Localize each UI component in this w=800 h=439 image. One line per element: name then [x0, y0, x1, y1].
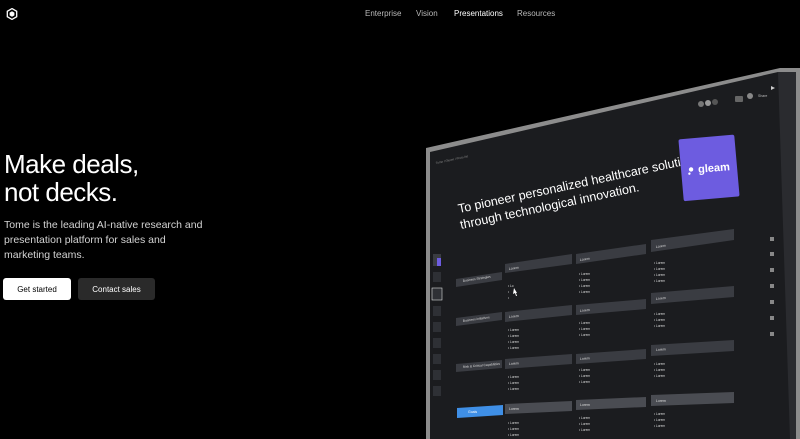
svg-text:• Lorem: • Lorem — [654, 424, 665, 428]
svg-text:• Lorem: • Lorem — [579, 380, 590, 384]
svg-text:• Lorem: • Lorem — [579, 368, 590, 372]
svg-text:• Lorem: • Lorem — [654, 368, 665, 372]
svg-text:• Lorem: • Lorem — [654, 418, 665, 422]
svg-text:•: • — [508, 290, 509, 294]
svg-text:• Lorem: • Lorem — [654, 412, 665, 416]
svg-text:• Lorem: • Lorem — [654, 267, 665, 271]
svg-text:• Lorem: • Lorem — [654, 318, 665, 322]
svg-text:• Lorem: • Lorem — [654, 273, 665, 277]
user-avatar — [747, 93, 753, 99]
svg-text:• Lorem: • Lorem — [508, 334, 519, 338]
svg-text:• Lorem: • Lorem — [579, 278, 590, 282]
svg-text:• Lorem: • Lorem — [508, 340, 519, 344]
svg-text:• Lorem: • Lorem — [654, 374, 665, 378]
avatar-1 — [698, 101, 704, 107]
svg-text:• Lorem: • Lorem — [579, 416, 590, 420]
product-screenshot: Share Tome / Gleam / Proto list To pione… — [426, 68, 800, 439]
svg-text:• Lorem: • Lorem — [508, 346, 519, 350]
svg-text:• Lorem: • Lorem — [579, 333, 590, 337]
svg-text:• Lorem: • Lorem — [508, 433, 519, 437]
svg-text:Lorem: Lorem — [656, 347, 666, 352]
svg-text:Lorem: Lorem — [656, 399, 666, 403]
svg-text:• Lorem: • Lorem — [654, 324, 665, 328]
svg-text:• Lorem: • Lorem — [579, 374, 590, 378]
svg-text:• Lorem: • Lorem — [579, 284, 590, 288]
svg-text:Lorem: Lorem — [509, 407, 519, 411]
svg-text:• Lorem: • Lorem — [508, 375, 519, 379]
svg-text:• Lorem: • Lorem — [508, 381, 519, 385]
svg-text:• Lorem: • Lorem — [508, 421, 519, 425]
svg-text:• Lorem: • Lorem — [579, 428, 590, 432]
svg-text:• Lorem: • Lorem — [508, 387, 519, 391]
svg-text:• Lo: • Lo — [508, 284, 514, 288]
svg-text:• Lorem: • Lorem — [654, 261, 665, 265]
svg-text:• Lorem: • Lorem — [508, 328, 519, 332]
share-button: Share — [758, 94, 767, 98]
svg-text:Lorem: Lorem — [509, 361, 519, 366]
svg-text:• Lorem: • Lorem — [579, 327, 590, 331]
svg-text:• Lorem: • Lorem — [579, 290, 590, 294]
svg-text:Goals: Goals — [468, 410, 477, 414]
avatar-2 — [705, 100, 711, 106]
svg-text:• Lorem: • Lorem — [579, 272, 590, 276]
thumbnail-strip — [431, 254, 443, 396]
svg-text:• Lorem: • Lorem — [579, 422, 590, 426]
avatar-3 — [712, 99, 718, 105]
play-icon-box — [735, 96, 743, 102]
svg-text:• Lorem: • Lorem — [654, 312, 665, 316]
brand-card: gleam — [678, 134, 740, 202]
svg-text:• Lorem: • Lorem — [508, 427, 519, 431]
svg-text:•: • — [508, 296, 509, 300]
svg-text:Lorem: Lorem — [580, 403, 590, 407]
svg-text:• Lorem: • Lorem — [579, 321, 590, 325]
svg-text:• Lorem: • Lorem — [654, 362, 665, 366]
svg-text:• Lorem: • Lorem — [654, 279, 665, 283]
svg-text:Lorem: Lorem — [580, 356, 590, 361]
